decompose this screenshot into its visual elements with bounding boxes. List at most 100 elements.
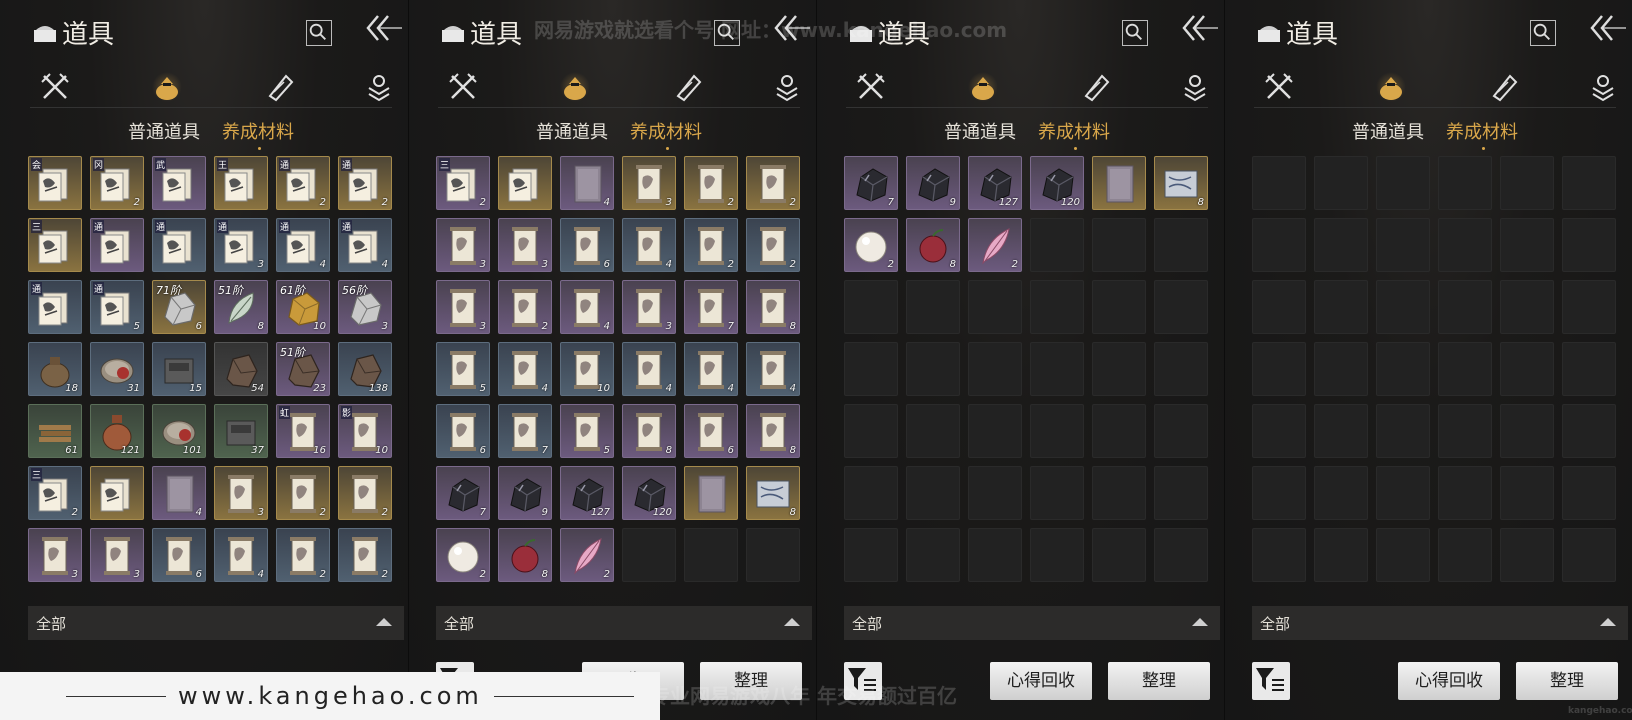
empty-slot[interactable] xyxy=(1438,528,1492,582)
empty-slot[interactable] xyxy=(1154,342,1208,396)
item-slot[interactable]: 冈2 xyxy=(90,156,144,210)
tab-misc[interactable] xyxy=(772,72,802,102)
tab-common-items[interactable]: 普通道具 xyxy=(536,118,608,144)
item-slot[interactable] xyxy=(498,156,552,210)
item-slot[interactable]: 3 xyxy=(90,528,144,582)
item-slot[interactable]: 121 xyxy=(90,404,144,458)
item-slot[interactable]: 3 xyxy=(622,156,676,210)
empty-slot[interactable] xyxy=(1252,466,1306,520)
item-slot[interactable]: 51阶 8 xyxy=(214,280,268,334)
empty-slot[interactable] xyxy=(1252,342,1306,396)
item-slot[interactable]: 三2 xyxy=(436,156,490,210)
empty-slot[interactable] xyxy=(1314,218,1368,272)
item-slot[interactable]: 通5 xyxy=(90,280,144,334)
empty-slot[interactable] xyxy=(906,466,960,520)
empty-slot[interactable] xyxy=(1438,466,1492,520)
tab-misc[interactable] xyxy=(1588,72,1618,102)
empty-slot[interactable] xyxy=(622,528,676,582)
empty-slot[interactable] xyxy=(1376,466,1430,520)
empty-slot[interactable] xyxy=(1314,466,1368,520)
empty-slot[interactable] xyxy=(1562,466,1616,520)
tab-weapons[interactable] xyxy=(448,72,478,102)
empty-slot[interactable] xyxy=(1500,404,1554,458)
collapse-button[interactable] xyxy=(1586,12,1626,46)
empty-slot[interactable] xyxy=(844,280,898,334)
empty-slot[interactable] xyxy=(1562,156,1616,210)
item-slot[interactable]: 王 xyxy=(214,156,268,210)
empty-slot[interactable] xyxy=(1376,280,1430,334)
empty-slot[interactable] xyxy=(1314,280,1368,334)
empty-slot[interactable] xyxy=(1438,156,1492,210)
empty-slot[interactable] xyxy=(844,342,898,396)
tab-materials[interactable] xyxy=(560,72,590,102)
item-slot[interactable]: 3 xyxy=(436,218,490,272)
empty-slot[interactable] xyxy=(1376,342,1430,396)
empty-slot[interactable] xyxy=(844,404,898,458)
item-slot[interactable]: 3 xyxy=(622,280,676,334)
empty-slot[interactable] xyxy=(1376,528,1430,582)
item-slot[interactable]: 2 xyxy=(746,218,800,272)
filter-dropdown[interactable]: 全部 xyxy=(1252,606,1628,640)
item-slot[interactable]: 2 xyxy=(276,466,330,520)
empty-slot[interactable] xyxy=(1314,156,1368,210)
tab-common-items[interactable]: 普通道具 xyxy=(944,118,1016,144)
item-slot[interactable]: 4 xyxy=(622,342,676,396)
tab-common-items[interactable]: 普通道具 xyxy=(1352,118,1424,144)
collapse-button[interactable] xyxy=(1178,12,1218,46)
empty-slot[interactable] xyxy=(844,528,898,582)
filter-dropdown[interactable]: 全部 xyxy=(844,606,1220,640)
tab-scrolls[interactable] xyxy=(1488,72,1518,102)
item-slot[interactable]: 4 xyxy=(746,342,800,396)
empty-slot[interactable] xyxy=(1154,404,1208,458)
tab-materials[interactable] xyxy=(1376,72,1406,102)
empty-slot[interactable] xyxy=(1030,404,1084,458)
item-slot[interactable]: 127 xyxy=(968,156,1022,210)
empty-slot[interactable] xyxy=(1252,218,1306,272)
item-slot[interactable]: 31 xyxy=(90,342,144,396)
item-slot[interactable]: 101 xyxy=(152,404,206,458)
item-slot[interactable]: 2 xyxy=(746,156,800,210)
item-slot[interactable]: 6 xyxy=(560,218,614,272)
item-slot[interactable]: 2 xyxy=(684,218,738,272)
item-slot[interactable]: 4 xyxy=(560,280,614,334)
item-slot[interactable]: 61阶 10 xyxy=(276,280,330,334)
tab-scrolls[interactable] xyxy=(672,72,702,102)
empty-slot[interactable] xyxy=(1438,280,1492,334)
filter-dropdown[interactable]: 全部 xyxy=(436,606,812,640)
item-slot[interactable]: 6 xyxy=(436,404,490,458)
item-slot[interactable]: 通 xyxy=(28,280,82,334)
empty-slot[interactable] xyxy=(1154,528,1208,582)
empty-slot[interactable] xyxy=(1376,404,1430,458)
item-slot[interactable]: 通2 xyxy=(338,156,392,210)
item-slot[interactable]: 8 xyxy=(906,218,960,272)
item-slot[interactable]: 2 xyxy=(844,218,898,272)
empty-slot[interactable] xyxy=(1500,342,1554,396)
item-slot[interactable] xyxy=(1092,156,1146,210)
item-slot[interactable]: 6 xyxy=(152,528,206,582)
search-button[interactable] xyxy=(306,20,332,46)
item-slot[interactable]: 10 xyxy=(560,342,614,396)
item-slot[interactable]: 8 xyxy=(498,528,552,582)
item-slot[interactable]: 7 xyxy=(436,466,490,520)
empty-slot[interactable] xyxy=(968,342,1022,396)
empty-slot[interactable] xyxy=(1092,466,1146,520)
item-slot[interactable]: 2 xyxy=(338,528,392,582)
empty-slot[interactable] xyxy=(1562,280,1616,334)
item-slot[interactable]: 56阶 3 xyxy=(338,280,392,334)
empty-slot[interactable] xyxy=(906,280,960,334)
item-slot[interactable]: 4 xyxy=(498,342,552,396)
empty-slot[interactable] xyxy=(1562,342,1616,396)
empty-slot[interactable] xyxy=(906,528,960,582)
item-slot[interactable]: 通 xyxy=(90,218,144,272)
item-slot[interactable]: 5 xyxy=(436,342,490,396)
item-slot[interactable]: 8 xyxy=(746,404,800,458)
item-slot[interactable]: 5 xyxy=(560,404,614,458)
empty-slot[interactable] xyxy=(1562,528,1616,582)
empty-slot[interactable] xyxy=(1376,218,1430,272)
item-slot[interactable] xyxy=(90,466,144,520)
empty-slot[interactable] xyxy=(1030,528,1084,582)
sort-button[interactable]: 整理 xyxy=(1516,662,1618,700)
empty-slot[interactable] xyxy=(1438,218,1492,272)
item-slot[interactable]: 4 xyxy=(560,156,614,210)
empty-slot[interactable] xyxy=(1252,528,1306,582)
